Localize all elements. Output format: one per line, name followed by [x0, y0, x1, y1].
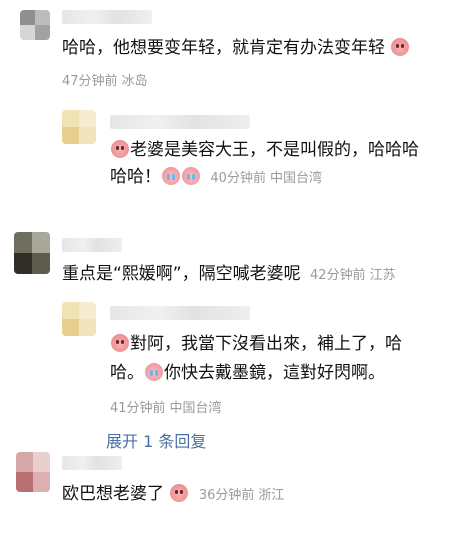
comment-text: 欧巴想老婆了 36分钟前 浙江: [62, 484, 285, 504]
reply-text-line1: 對阿，我當下沒看出來，補上了，哈: [110, 332, 402, 356]
cry-laugh-emoji-icon: [182, 167, 200, 185]
comment-meta: 42分钟前 江苏: [310, 268, 396, 283]
reply-text-line2: 哈。 你快去戴墨鏡，這對好閃啊。: [110, 363, 385, 383]
smile-emoji-icon: [111, 140, 129, 158]
reply-text-line2: 哈哈！ 40分钟前 中国台湾: [110, 167, 322, 187]
reply-username-blurred[interactable]: [110, 115, 250, 129]
comment-meta: 36分钟前 浙江: [198, 488, 285, 503]
comment-avatar[interactable]: [16, 452, 50, 492]
cry-laugh-emoji-icon: [162, 167, 180, 185]
expand-replies-link[interactable]: 展开 1 条回复: [106, 428, 206, 452]
reply-avatar[interactable]: [62, 110, 96, 144]
comment-meta: 47分钟前 冰岛: [62, 74, 148, 89]
username-blurred[interactable]: [62, 238, 122, 252]
reply-text-line1: 老婆是美容大王，不是叫假的，哈哈哈: [110, 138, 419, 162]
comment-avatar[interactable]: [20, 10, 50, 40]
comment-text: 重点是“熙媛啊”，隔空喊老婆呢 42分钟前 江苏: [62, 264, 396, 284]
smile-emoji-icon: [391, 38, 410, 56]
username-blurred[interactable]: [62, 456, 122, 470]
reply-meta: 41分钟前 中国台湾: [110, 401, 222, 416]
comment-text: 哈哈，他想要变年轻，就肯定有办法变年轻: [62, 36, 410, 60]
comment-avatar[interactable]: [14, 232, 50, 274]
smile-emoji-icon: [111, 334, 129, 352]
smile-emoji-icon: [170, 484, 189, 502]
reply-meta: 40分钟前 中国台湾: [210, 171, 322, 186]
username-blurred[interactable]: [62, 10, 152, 24]
reply-avatar[interactable]: [62, 302, 96, 336]
cry-laugh-emoji-icon: [145, 363, 163, 381]
reply-username-blurred[interactable]: [110, 306, 250, 320]
